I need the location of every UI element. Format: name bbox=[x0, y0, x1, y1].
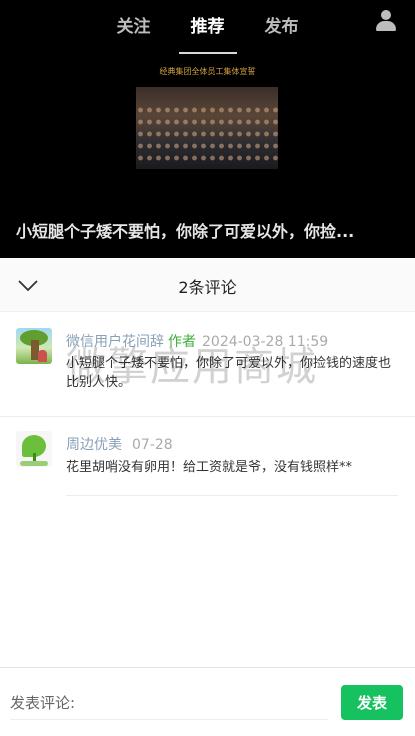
top-nav: 关注 推荐 发布 bbox=[0, 10, 415, 54]
comment-username[interactable]: 周边优美 bbox=[66, 437, 122, 453]
comments-count-title: 2条评论 bbox=[178, 278, 237, 297]
comment-divider bbox=[66, 495, 398, 496]
tab-publish[interactable]: 发布 bbox=[259, 10, 305, 46]
tab-recommend[interactable]: 推荐 bbox=[178, 10, 237, 54]
comment-text: 花里胡哨没有卵用！给工资就是爷，没有钱照样** bbox=[66, 460, 353, 475]
app-root: 关注 推荐 发布 经典集团全体员工集体宣誓 小短腿个子矮不要怕，你除了可爱以外，… bbox=[0, 0, 415, 736]
comment-input[interactable] bbox=[10, 686, 328, 720]
comment-meta: 周边优美 07-28 bbox=[66, 434, 173, 454]
avatar[interactable] bbox=[16, 431, 52, 467]
tab-follow[interactable]: 关注 bbox=[111, 10, 157, 46]
video-title: 小短腿个子矮不要怕，你除了可爱以外，你捡... bbox=[16, 222, 355, 241]
video-area[interactable]: 关注 推荐 发布 经典集团全体员工集体宣誓 小短腿个子矮不要怕，你除了可爱以外，… bbox=[0, 0, 415, 258]
watermark: 微擎应用商城 bbox=[66, 344, 318, 390]
comment-item: 周边优美 07-28 花里胡哨没有卵用！给工资就是爷，没有钱照样** bbox=[0, 417, 415, 497]
video-thumbnail[interactable] bbox=[136, 87, 278, 169]
user-icon[interactable] bbox=[375, 10, 397, 32]
video-caption: 经典集团全体员工集体宣誓 bbox=[159, 67, 256, 76]
send-button[interactable]: 发表 bbox=[341, 685, 403, 720]
comment-input-bar: 发表 bbox=[0, 667, 415, 736]
avatar[interactable] bbox=[16, 328, 52, 364]
comment-time: 07-28 bbox=[132, 437, 173, 453]
comments-header: 2条评论 bbox=[0, 258, 415, 312]
